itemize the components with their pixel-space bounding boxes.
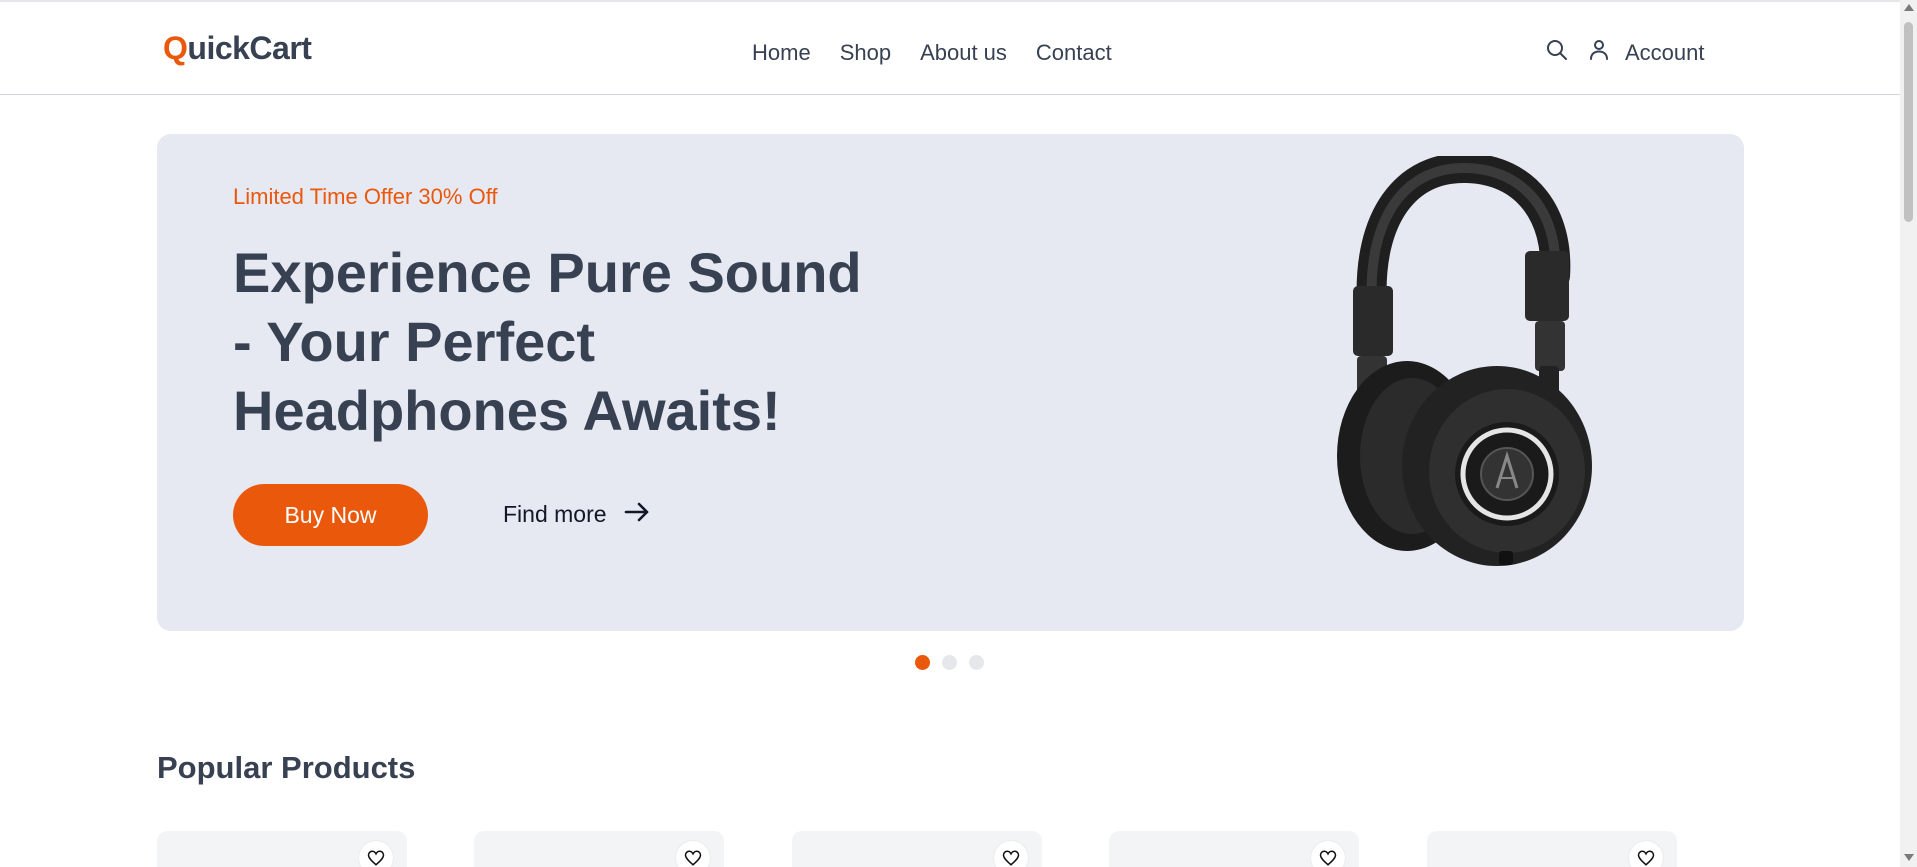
nav-home[interactable]: Home: [752, 40, 811, 66]
arrow-right-icon: [623, 500, 651, 529]
product-card[interactable]: [1109, 831, 1359, 867]
heart-icon[interactable]: [1311, 841, 1345, 867]
heart-icon[interactable]: [1629, 841, 1663, 867]
heart-icon[interactable]: [994, 841, 1028, 867]
account-button[interactable]: Account: [1585, 34, 1705, 66]
logo-text: uickCart: [187, 30, 312, 66]
product-card[interactable]: [792, 831, 1042, 867]
product-card[interactable]: [474, 831, 724, 867]
vertical-scrollbar[interactable]: [1900, 0, 1917, 867]
product-card[interactable]: [157, 831, 407, 867]
nav-about-us[interactable]: About us: [920, 40, 1007, 66]
nav-contact[interactable]: Contact: [1036, 40, 1112, 66]
offer-text: Limited Time Offer 30% Off: [233, 184, 498, 209]
heart-icon[interactable]: [359, 841, 393, 867]
scroll-down-arrow-icon[interactable]: [1904, 854, 1914, 861]
carousel-dots: [915, 655, 984, 670]
account-label: Account: [1625, 40, 1705, 65]
section-title-popular-products: Popular Products: [157, 750, 416, 785]
search-icon[interactable]: [1543, 36, 1571, 64]
nav-shop[interactable]: Shop: [840, 40, 891, 66]
product-card[interactable]: [1427, 831, 1677, 867]
header-actions: Account: [1543, 34, 1705, 66]
hero-title: Experience Pure Sound - Your Perfect Hea…: [233, 241, 862, 442]
find-more-link[interactable]: Find more: [503, 500, 651, 529]
heart-icon[interactable]: [676, 841, 710, 867]
carousel-dot[interactable]: [915, 655, 930, 670]
user-icon: [1585, 36, 1613, 64]
hero-banner: Limited Time Offer 30% Off Experience Pu…: [157, 134, 1744, 631]
carousel-dot[interactable]: [942, 655, 957, 670]
buy-now-button[interactable]: Buy Now: [233, 484, 428, 546]
logo-accent: Q: [163, 30, 188, 66]
main-nav: Home Shop About us Contact: [752, 40, 1141, 66]
carousel-dot[interactable]: [969, 655, 984, 670]
scrollbar-thumb[interactable]: [1904, 22, 1913, 222]
scroll-up-arrow-icon[interactable]: [1904, 4, 1914, 11]
site-header: QuickCart Home Shop About us Contact Acc…: [0, 2, 1900, 95]
logo[interactable]: QuickCart: [163, 30, 312, 67]
headphones-image: [1337, 156, 1592, 566]
find-more-label: Find more: [503, 501, 607, 527]
